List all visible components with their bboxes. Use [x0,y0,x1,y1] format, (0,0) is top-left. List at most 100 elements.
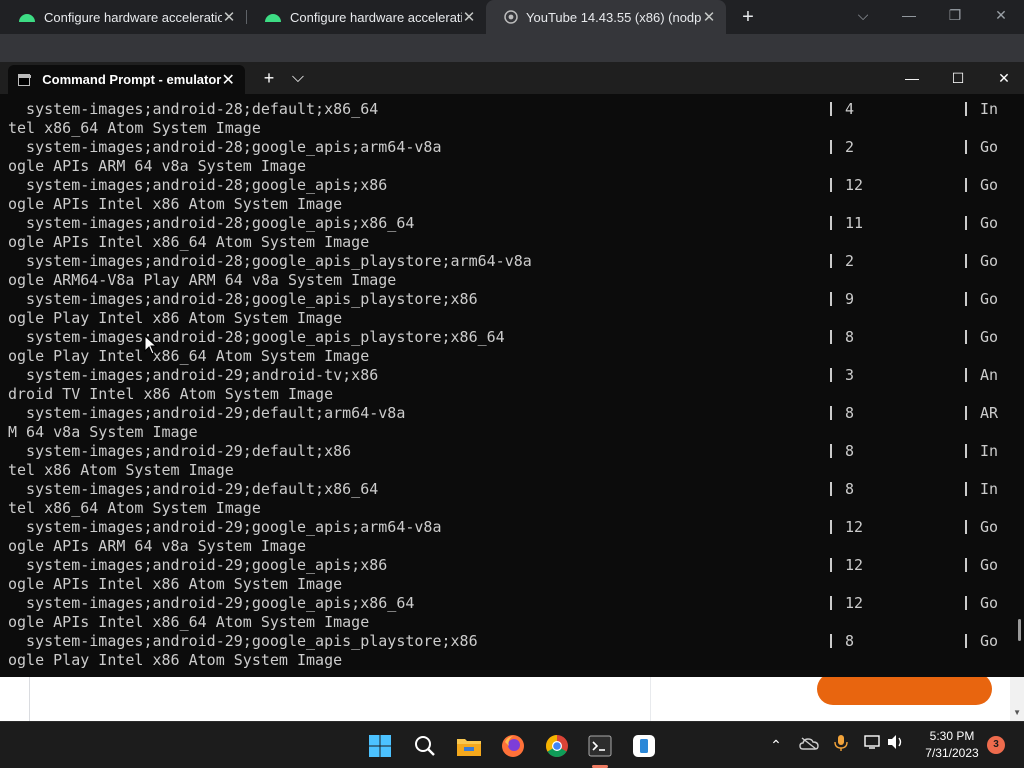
phone-link-icon[interactable] [628,730,660,762]
terminal-close-button[interactable]: ✕ [981,62,1024,94]
column-separator [965,328,967,347]
terminal-new-tab-button[interactable]: + [258,66,280,90]
terminal-window: Command Prompt - emulator ✕ + ⌵ — ☐ ✕ sy… [0,62,1024,677]
terminal-icon[interactable] [584,730,616,762]
terminal-description: Go [980,518,999,536]
browser-tab-title: Configure hardware acceleration [44,9,222,25]
column-separator [830,442,832,461]
terminal-path-line: system-images;android-28;google_apis;x86… [8,214,415,232]
terminal-description: Go [980,214,999,232]
terminal-revision: 2 [845,138,855,156]
clock-date: 7/31/2023 [925,746,979,760]
terminal-tab[interactable]: Command Prompt - emulator ✕ [8,65,245,94]
terminal-path-line: system-images;android-28;google_apis_pla… [8,252,532,270]
column-separator [830,214,832,233]
column-separator [965,404,967,423]
close-icon[interactable]: ✕ [462,8,476,26]
terminal-revision: 4 [845,100,855,118]
terminal-revision: 12 [845,594,864,612]
terminal-wrap-line: ogle Play Intel x86_64 Atom System Image [8,347,370,365]
terminal-revision: 8 [845,480,855,498]
terminal-wrap-line: ogle APIs Intel x86 Atom System Image [8,575,343,593]
network-icon[interactable] [862,734,884,756]
terminal-description: Go [980,290,999,308]
terminal-path-line: system-images;android-29;android-tv;x86 [8,366,379,384]
terminal-path-line: system-images;android-28;google_apis;x86 [8,176,388,194]
terminal-revision: 11 [845,214,864,232]
terminal-path-line: system-images;android-28;default;x86_64 [8,100,379,118]
column-separator [830,480,832,499]
close-icon[interactable]: ✕ [221,70,235,90]
scroll-down-icon[interactable]: ▼ [1013,708,1021,717]
column-separator [965,632,967,651]
chevron-up-icon[interactable]: ⌃ [765,734,787,756]
terminal-description: Go [980,594,999,612]
chevron-down-icon[interactable]: ⌵ [288,66,308,90]
column-separator [830,176,832,195]
column-separator [965,214,967,233]
browser-tab-title: Configure hardware acceleration [290,9,462,25]
browser-toolbar [0,34,1024,62]
volume-icon[interactable] [885,734,907,756]
onedrive-icon[interactable] [798,734,820,756]
terminal-description: Go [980,632,999,650]
close-icon[interactable]: ✕ [222,8,236,26]
terminal-description: Go [980,138,999,156]
terminal-output[interactable]: system-images;android-28;default;x86_64 4… [0,94,1012,677]
terminal-wrap-line: droid TV Intel x86 Atom System Image [8,385,334,403]
column-separator [965,442,967,461]
browser-minimize-button[interactable]: — [886,0,932,30]
column-separator [965,138,967,157]
chrome-icon[interactable] [541,730,573,762]
microphone-icon[interactable] [830,734,852,756]
column-separator [830,328,832,347]
system-clock[interactable]: 5:30 PM 7/31/2023 [912,728,992,762]
terminal-path-line: system-images;android-29;default;x86_64 [8,480,379,498]
terminal-maximize-button[interactable]: ☐ [935,62,981,94]
terminal-revision: 8 [845,632,855,650]
column-separator [830,518,832,537]
browser-tab-1[interactable]: Configure hardware acceleration ✕ [0,0,246,34]
terminal-scrollbar[interactable] [1012,94,1024,677]
browser-maximize-button[interactable]: ❐ [932,0,978,30]
terminal-wrap-line: ogle APIs Intel x86 Atom System Image [8,195,343,213]
column-separator [830,556,832,575]
browser-tab-title: YouTube 14.43.55 (x86) (nodpi) (A [526,9,702,25]
windows-start-icon[interactable] [364,730,396,762]
file-explorer-icon[interactable] [453,730,485,762]
tab-search-dropdown[interactable]: ⌵ [840,0,886,30]
terminal-scroll-thumb[interactable] [1018,619,1021,641]
download-button[interactable] [817,673,992,705]
column-separator [830,366,832,385]
terminal-minimize-button[interactable]: — [889,62,935,94]
mouse-cursor-icon [144,335,158,355]
terminal-wrap-line: tel x86 Atom System Image [8,461,234,479]
column-separator [830,404,832,423]
new-tab-button[interactable]: + [736,5,760,29]
browser-tab-2[interactable]: Configure hardware acceleration ✕ [246,0,486,34]
browser-tab-3[interactable]: YouTube 14.43.55 (x86) (nodpi) (A ✕ [486,0,726,34]
search-icon[interactable] [409,730,441,762]
terminal-wrap-line: tel x86_64 Atom System Image [8,119,261,137]
page-scrollbar[interactable]: ▼ [1010,677,1024,721]
terminal-revision: 8 [845,328,855,346]
browser-page-content: ▼ [0,673,1024,721]
notification-badge[interactable]: 3 [987,736,1005,754]
android-icon [19,14,35,22]
column-separator [830,290,832,309]
terminal-description: Go [980,556,999,574]
firefox-icon[interactable] [497,730,529,762]
column-separator [965,518,967,537]
terminal-wrap-line: ogle APIs ARM 64 v8a System Image [8,537,307,555]
terminal-description: An [980,366,999,384]
close-icon[interactable]: ✕ [702,8,716,26]
terminal-revision: 12 [845,176,864,194]
column-separator [830,252,832,271]
terminal-tab-title: Command Prompt - emulator [42,72,222,87]
terminal-description: Go [980,252,999,270]
column-separator [965,290,967,309]
terminal-path-line: system-images;android-28;google_apis_pla… [8,290,478,308]
terminal-wrap-line: tel x86_64 Atom System Image [8,499,261,517]
android-icon [265,14,281,22]
browser-close-button[interactable]: ✕ [978,0,1024,30]
